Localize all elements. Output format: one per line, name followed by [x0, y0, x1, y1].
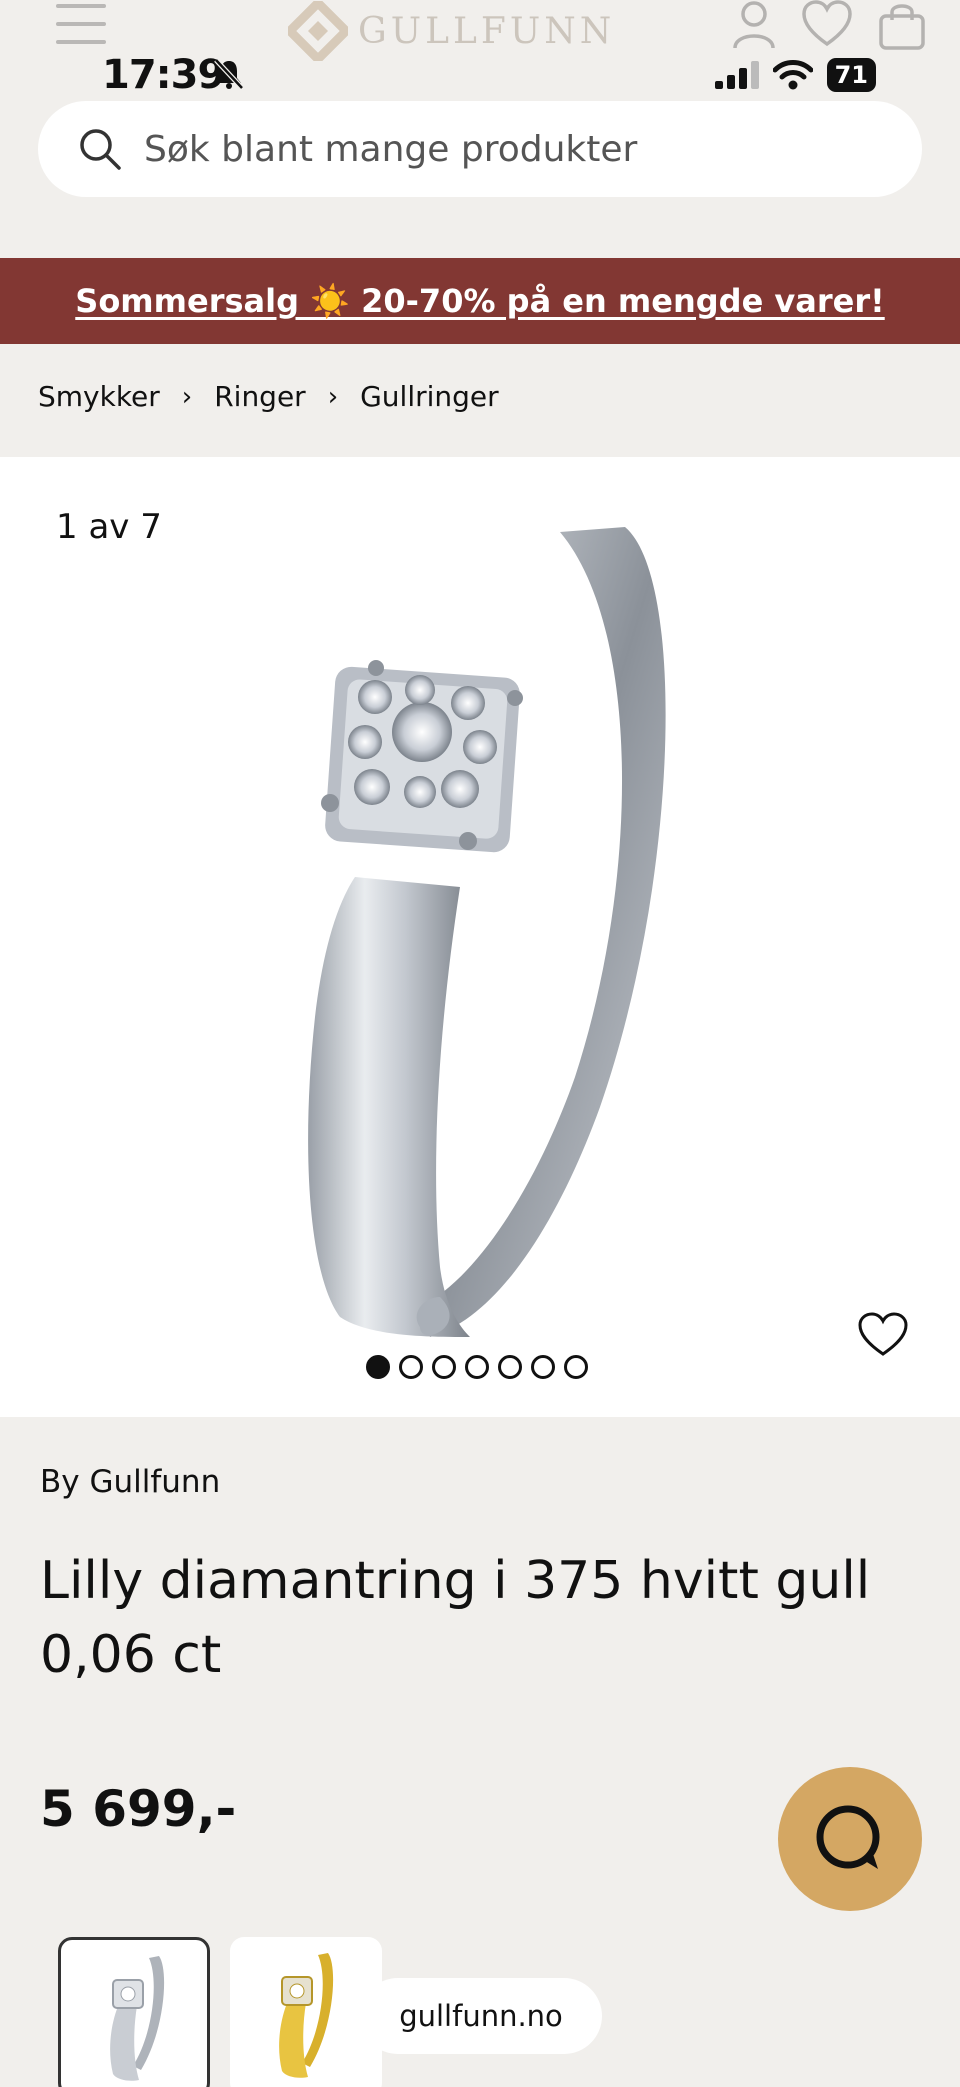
- wishlist-icon[interactable]: [802, 0, 852, 48]
- logo[interactable]: GULLFUNN: [288, 0, 615, 62]
- pagination-dot[interactable]: [564, 1355, 588, 1379]
- add-to-wishlist-heart-icon[interactable]: [858, 1312, 908, 1358]
- promo-link[interactable]: Sommersalg ☀️ 20-70% på en mengde varer!: [75, 282, 884, 320]
- white-gold-ring-image: [110, 1956, 165, 2081]
- variant-thumbnail-white-gold[interactable]: [58, 1937, 210, 2087]
- product-brand[interactable]: By Gullfunn: [40, 1464, 220, 1500]
- wifi-icon: [772, 60, 813, 90]
- pagination-dot[interactable]: [366, 1355, 390, 1379]
- pagination-dot[interactable]: [432, 1355, 456, 1379]
- breadcrumb-item-ringer[interactable]: Ringer: [214, 380, 306, 413]
- search-icon: [80, 129, 121, 170]
- product-title: Lilly diamantring i 375 hvitt gull 0,06 …: [40, 1551, 871, 1685]
- chevron-right-icon: ›: [181, 381, 193, 412]
- logo-mark-icon: [288, 1, 348, 61]
- logo-text: GULLFUNN: [358, 10, 616, 52]
- search-input[interactable]: Søk blant mange produkter: [144, 129, 637, 170]
- pagination-dot[interactable]: [498, 1355, 522, 1379]
- chat-button[interactable]: [778, 1767, 922, 1911]
- header-icons: [732, 0, 926, 50]
- battery-indicator: 71: [826, 58, 876, 92]
- gallery-pagination: [366, 1355, 588, 1379]
- product-image[interactable]: [0, 457, 960, 1417]
- product-gallery[interactable]: 1 av 7: [0, 457, 960, 1417]
- promo-banner: Sommersalg ☀️ 20-70% på en mengde varer!: [0, 258, 960, 344]
- breadcrumb-item-gullringer[interactable]: Gullringer: [360, 380, 499, 413]
- image-counter: 1 av 7: [56, 507, 162, 547]
- status-time: 17:39: [102, 52, 225, 98]
- site-url-pill: gullfunn.no: [360, 1978, 602, 2054]
- cart-icon[interactable]: [878, 0, 926, 50]
- status-indicators: 71: [714, 58, 876, 92]
- pagination-dot[interactable]: [399, 1355, 423, 1379]
- pagination-dot[interactable]: [531, 1355, 555, 1379]
- top-bar: GULLFUNN 17:39 71: [0, 0, 960, 98]
- breadcrumb-item-smykker[interactable]: Smykker: [38, 380, 160, 413]
- signal-icon: [714, 61, 759, 89]
- chat-icon: [816, 1805, 880, 1869]
- product-price: 5 699,-: [40, 1780, 237, 1838]
- breadcrumb: Smykker › Ringer › Gullringer: [38, 380, 499, 413]
- menu-icon[interactable]: [56, 4, 106, 44]
- pagination-dot[interactable]: [465, 1355, 489, 1379]
- search-bar[interactable]: Søk blant mange produkter: [38, 101, 922, 197]
- silent-bell-icon: [214, 58, 244, 90]
- account-icon[interactable]: [732, 0, 776, 50]
- chevron-right-icon: ›: [327, 381, 339, 412]
